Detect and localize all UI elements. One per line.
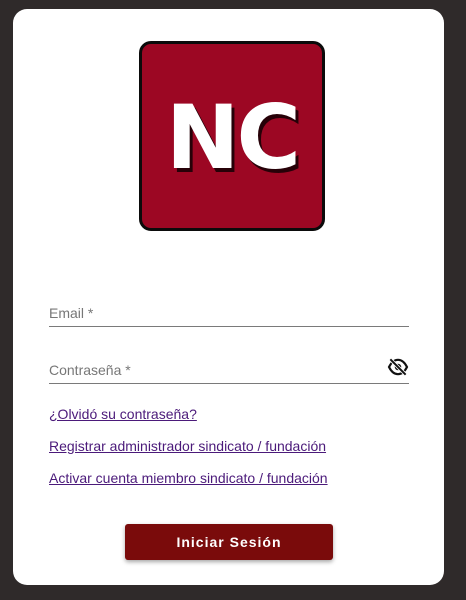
eye-off-icon[interactable] — [387, 358, 409, 376]
register-admin-link[interactable]: Registrar administrador sindicato / fund… — [49, 438, 326, 454]
password-label: Contraseña * — [49, 362, 131, 378]
login-card: NC Email * Contraseña * ¿Olvidó su contr… — [13, 9, 444, 585]
password-field[interactable]: Contraseña * — [49, 350, 409, 384]
forgot-password-link[interactable]: ¿Olvidó su contraseña? — [49, 406, 197, 422]
login-button[interactable]: Iniciar Sesión — [125, 524, 333, 560]
activate-member-link[interactable]: Activar cuenta miembro sindicato / funda… — [49, 470, 328, 486]
logo-text: NC — [165, 86, 301, 189]
email-field[interactable]: Email * — [49, 293, 409, 327]
brand-logo: NC — [139, 41, 325, 231]
email-label: Email * — [49, 305, 94, 321]
